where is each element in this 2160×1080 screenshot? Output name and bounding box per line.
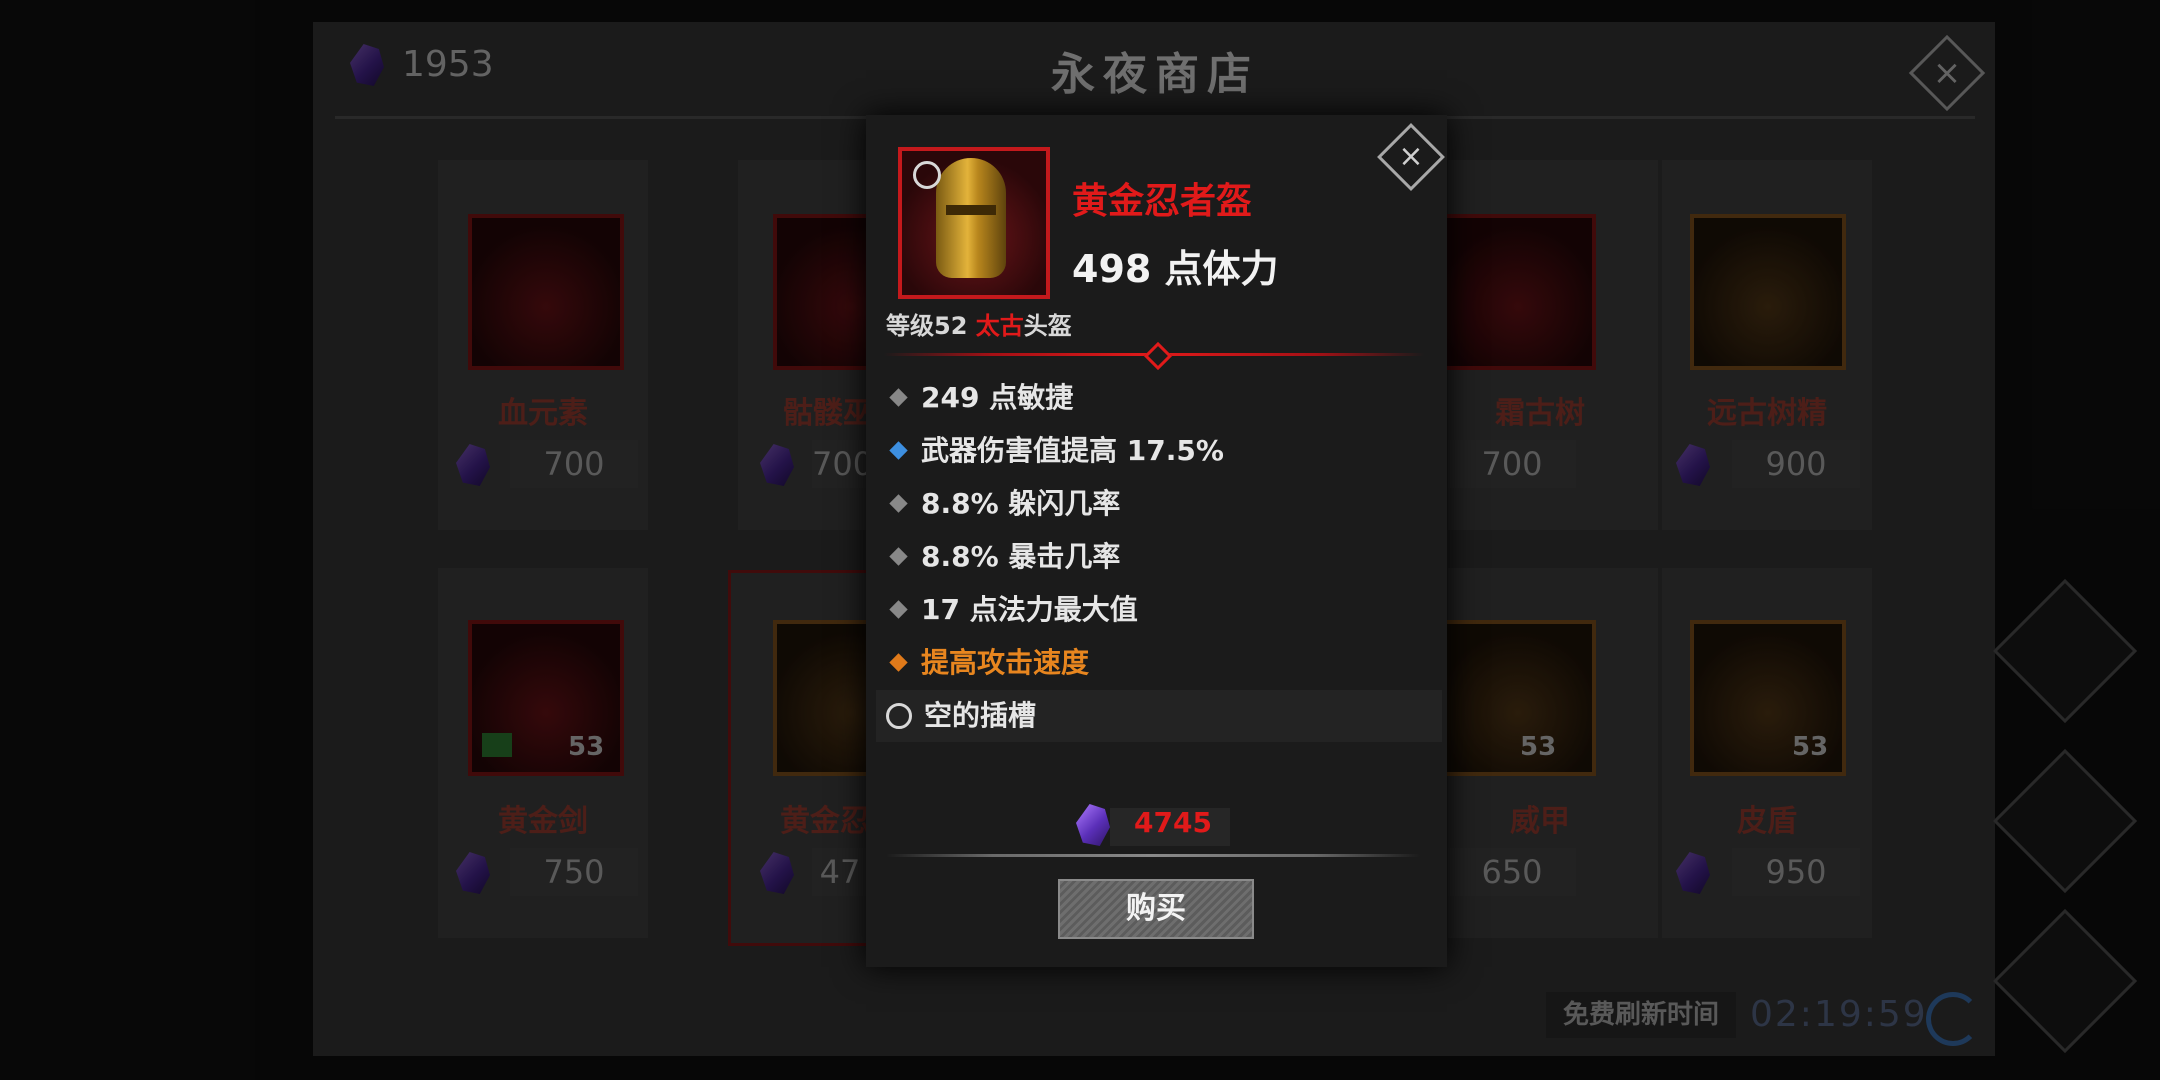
socket-ring-icon (886, 702, 912, 729)
stat-row: 249 点敏捷 (876, 372, 1442, 424)
stat-bullet-icon (889, 441, 908, 460)
item-title: 黄金忍者盔 (1072, 181, 1253, 222)
stat-text: 武器伤害值提高 17.5% (921, 434, 1224, 467)
stat-bullet-icon (889, 653, 908, 672)
stat-bullet-icon (889, 494, 908, 513)
empty-socket-row: 空的插槽 (876, 690, 1442, 742)
stat-bullet-icon (889, 600, 908, 619)
socket-icon (913, 161, 941, 189)
item-main-stat: 498 点体力 (1072, 247, 1279, 291)
stat-text: 8.8% 暴击几率 (921, 540, 1121, 573)
stat-row: 8.8% 暴击几率 (876, 531, 1442, 583)
item-level: 等级52 (886, 312, 976, 340)
stat-text: 提高攻击速度 (921, 646, 1090, 679)
stat-row: 17 点法力最大值 (876, 584, 1442, 636)
close-icon: × (1398, 139, 1424, 174)
item-price: 4745 (1134, 806, 1212, 839)
helmet-icon (936, 158, 1006, 278)
stat-row: 8.8% 躲闪几率 (876, 478, 1442, 530)
socket-label: 空的插槽 (924, 699, 1037, 732)
stat-bullet-icon (889, 547, 908, 566)
stat-row: 提高攻击速度 (876, 637, 1442, 689)
stat-bullet-icon (889, 388, 908, 407)
stat-row: 武器伤害值提高 17.5% (876, 425, 1442, 477)
stat-text: 8.8% 躲闪几率 (921, 487, 1121, 520)
buy-button[interactable]: 购买 (1058, 879, 1254, 939)
stat-text: 249 点敏捷 (921, 381, 1074, 414)
item-type: 头盔 (1023, 312, 1072, 340)
stat-text: 17 点法力最大值 (921, 593, 1138, 626)
item-level-line: 等级52 太古头盔 (886, 306, 1072, 341)
buy-divider (886, 854, 1420, 857)
helmet-visor (946, 205, 996, 215)
item-rarity: 太古 (975, 312, 1024, 340)
